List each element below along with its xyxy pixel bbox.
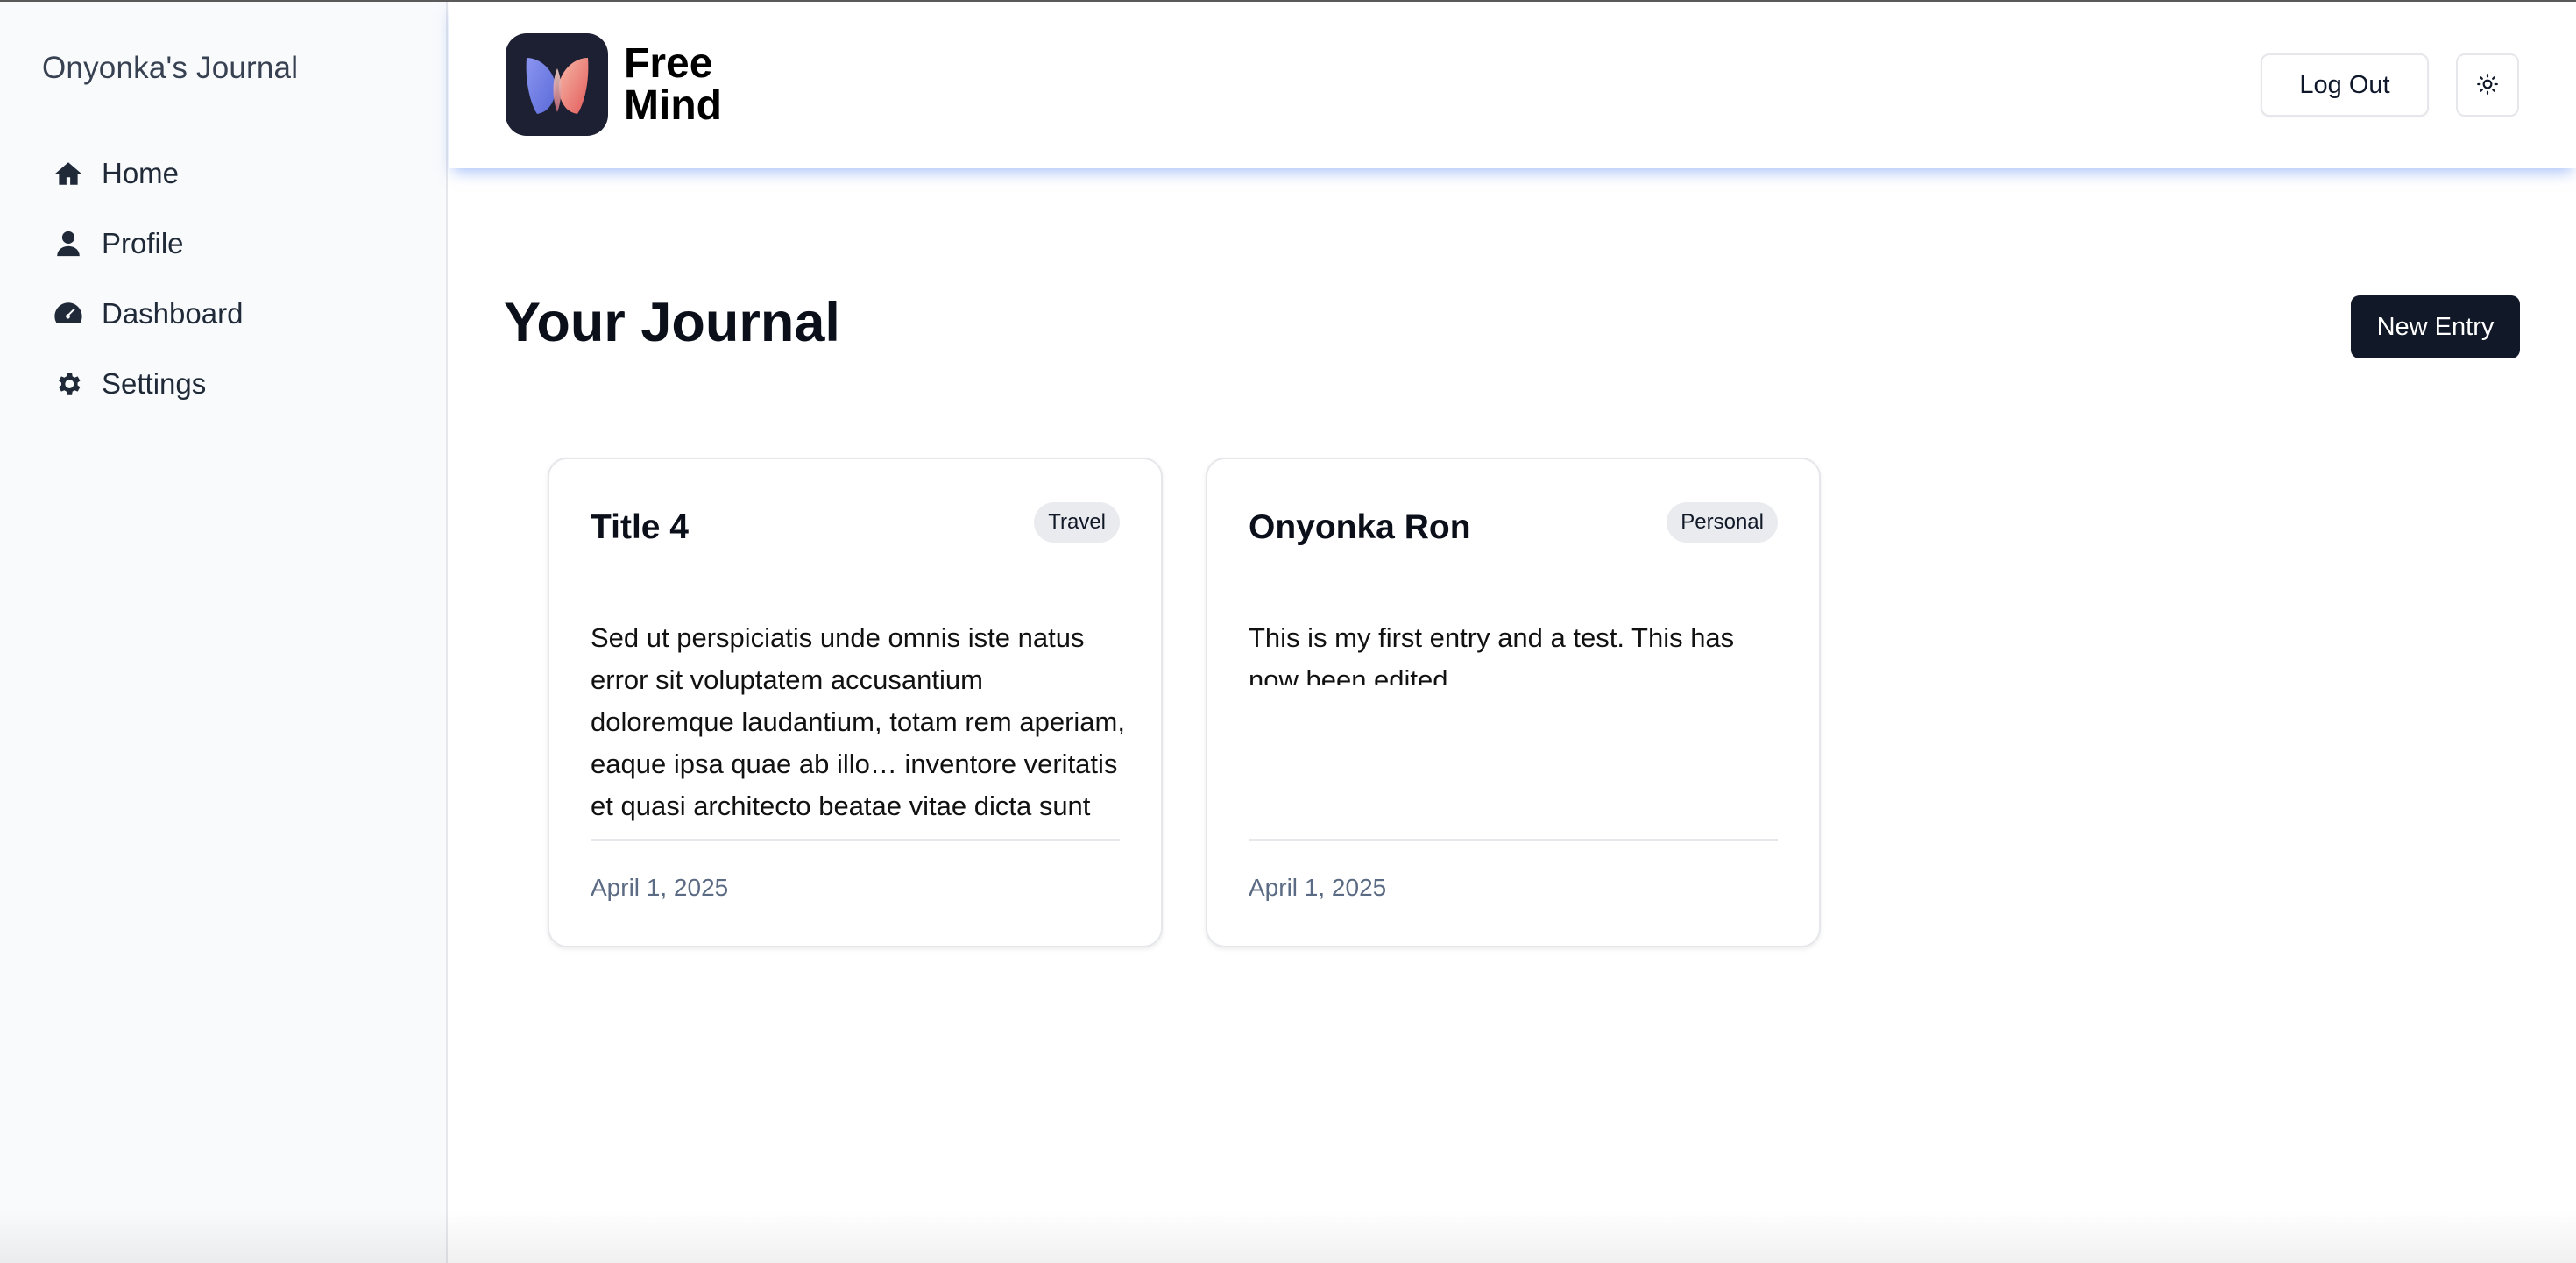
sidebar-item-dashboard[interactable]: Dashboard	[53, 279, 421, 349]
entry-body: This is my first entry and a test. This …	[1249, 622, 1735, 685]
user-icon	[53, 228, 84, 259]
journal-entry-card[interactable]: Onyonka Ron Personal This is my first en…	[1206, 458, 1821, 947]
home-icon	[53, 158, 84, 189]
card-divider	[1249, 839, 1778, 841]
gear-icon	[53, 368, 84, 400]
sidebar-item-home[interactable]: Home	[53, 138, 421, 209]
logout-button[interactable]: Log Out	[2261, 53, 2429, 117]
entry-date: April 1, 2025	[591, 874, 729, 901]
sidebar: Onyonka's Journal Home Profile Dashboard…	[0, 0, 448, 1263]
app-logo-text: Free Mind	[624, 39, 722, 129]
sidebar-item-settings[interactable]: Settings	[53, 349, 421, 419]
sidebar-item-label: Home	[102, 157, 180, 189]
entry-title: Title 4	[591, 508, 689, 546]
gauge-icon	[53, 298, 84, 330]
logo-text-line-2: Mind	[624, 82, 722, 129]
sun-icon	[2476, 73, 2499, 98]
theme-toggle-button[interactable]	[2456, 53, 2519, 117]
logo-text-line-1: Free	[624, 39, 713, 87]
sidebar-item-label: Settings	[102, 367, 207, 400]
entry-tag-badge: Personal	[1667, 502, 1778, 543]
sidebar-item-label: Profile	[102, 227, 184, 259]
entry-tag-badge: Travel	[1034, 502, 1120, 543]
entry-title: Onyonka Ron	[1249, 508, 1471, 546]
app-logo[interactable]: Free Mind	[506, 33, 722, 136]
entry-date: April 1, 2025	[1249, 874, 1387, 901]
window-top-edge	[0, 0, 2576, 2]
new-entry-button[interactable]: New Entry	[2351, 295, 2520, 358]
sidebar-item-label: Dashboard	[102, 297, 244, 330]
entry-body: Sed ut perspiciatis unde omnis iste natu…	[591, 622, 1125, 837]
sidebar-title: Onyonka's Journal	[42, 51, 299, 85]
card-divider	[591, 839, 1120, 841]
top-header: Free Mind Log Out	[449, 2, 2576, 168]
sidebar-nav: Home Profile Dashboard Settings	[53, 138, 421, 419]
butterfly-logo-icon	[506, 33, 608, 136]
page-title: Your Journal	[504, 292, 840, 353]
journal-entry-card[interactable]: Title 4 Travel Sed ut perspiciatis unde …	[548, 458, 1163, 947]
sidebar-item-profile[interactable]: Profile	[53, 209, 421, 279]
